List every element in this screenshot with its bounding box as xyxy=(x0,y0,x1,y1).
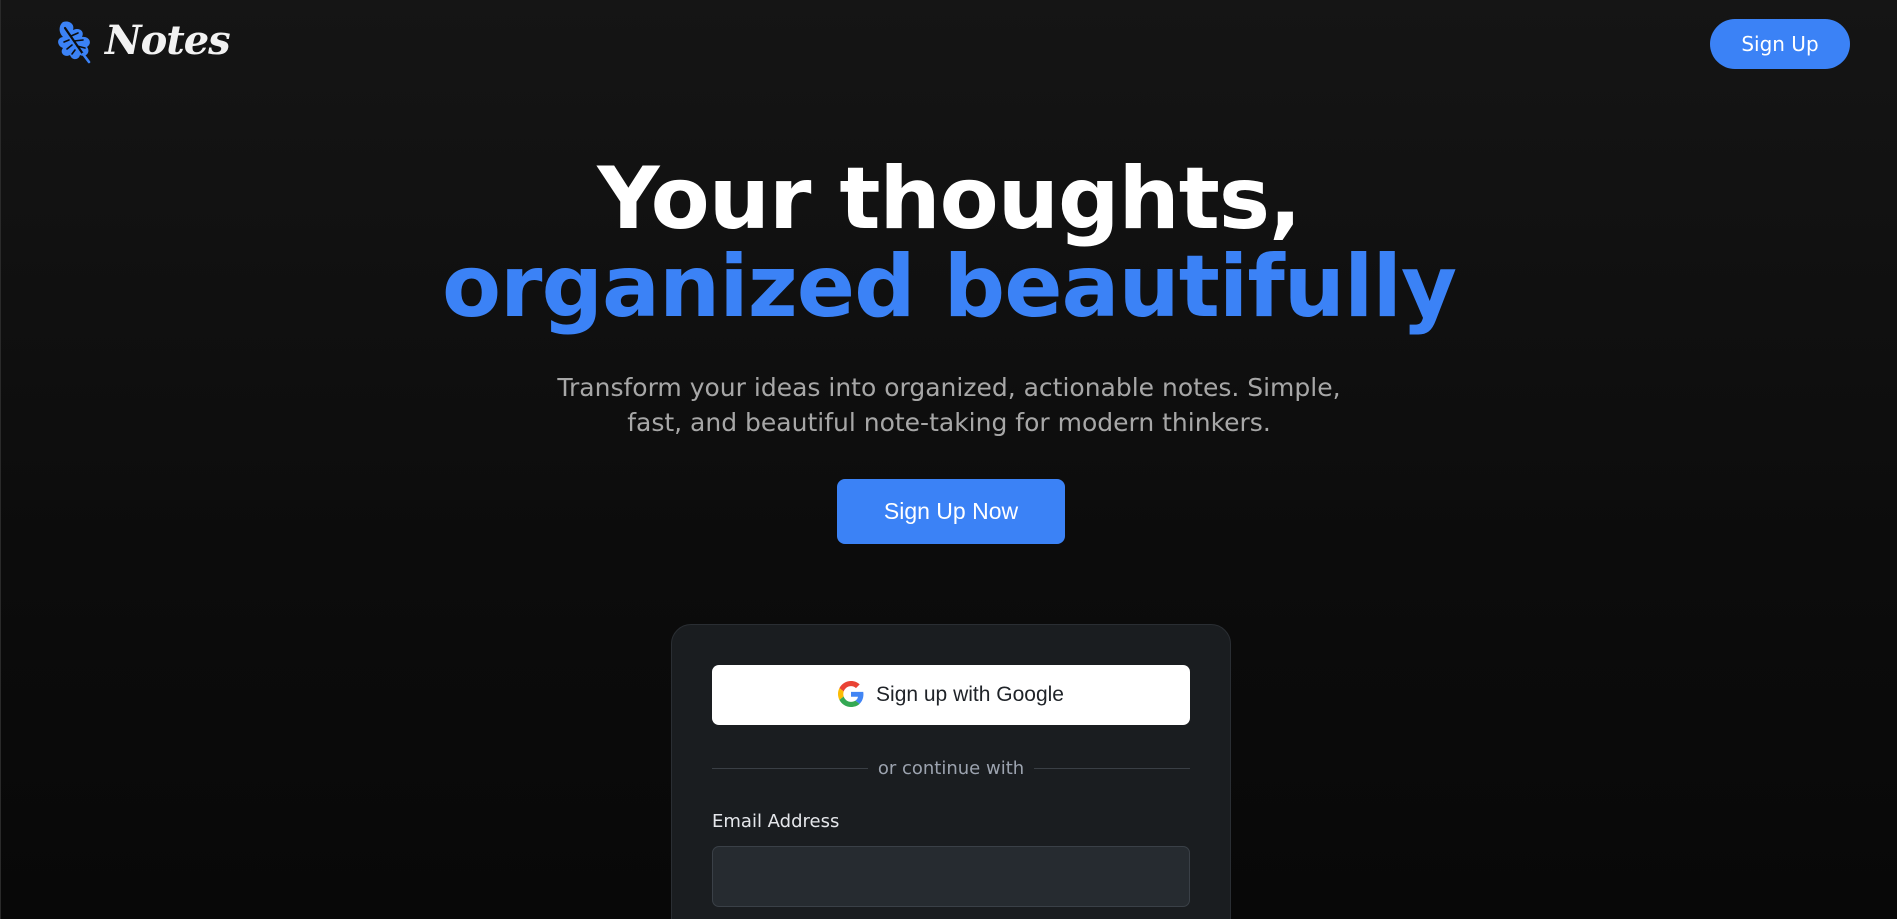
hero-title-line2: organized beautifully xyxy=(441,237,1457,337)
hero-subtitle: Transform your ideas into organized, act… xyxy=(1,370,1897,440)
divider-text: or continue with xyxy=(877,757,1025,779)
email-label: Email Address xyxy=(712,811,840,832)
divider-line-right xyxy=(1034,767,1190,769)
google-signup-label: Sign up with Google xyxy=(876,683,1064,706)
hero-title-line1: Your thoughts, xyxy=(597,149,1301,249)
sign-up-button[interactable]: Sign Up xyxy=(1710,19,1850,69)
brand-logo[interactable]: Notes xyxy=(53,17,231,64)
email-field[interactable] xyxy=(712,846,1190,907)
brand-name: Notes xyxy=(105,17,231,64)
hero-subtitle-line2: fast, and beautiful note-taking for mode… xyxy=(627,408,1271,437)
leaf-icon xyxy=(53,18,95,64)
hero-heading: Your thoughts, organized beautifully xyxy=(1,155,1897,331)
header: Notes Sign Up xyxy=(1,0,1897,90)
hero-subtitle-line1: Transform your ideas into organized, act… xyxy=(557,373,1341,402)
google-icon xyxy=(838,680,864,710)
or-divider: or continue with xyxy=(712,757,1190,779)
landing-page: Notes Sign Up Your thoughts, organized b… xyxy=(0,0,1897,919)
divider-line-left xyxy=(712,767,868,769)
signup-card: Sign up with Google or continue with Ema… xyxy=(671,624,1231,919)
sign-up-now-button[interactable]: Sign Up Now xyxy=(837,479,1065,544)
google-signup-button[interactable]: Sign up with Google xyxy=(712,665,1190,725)
